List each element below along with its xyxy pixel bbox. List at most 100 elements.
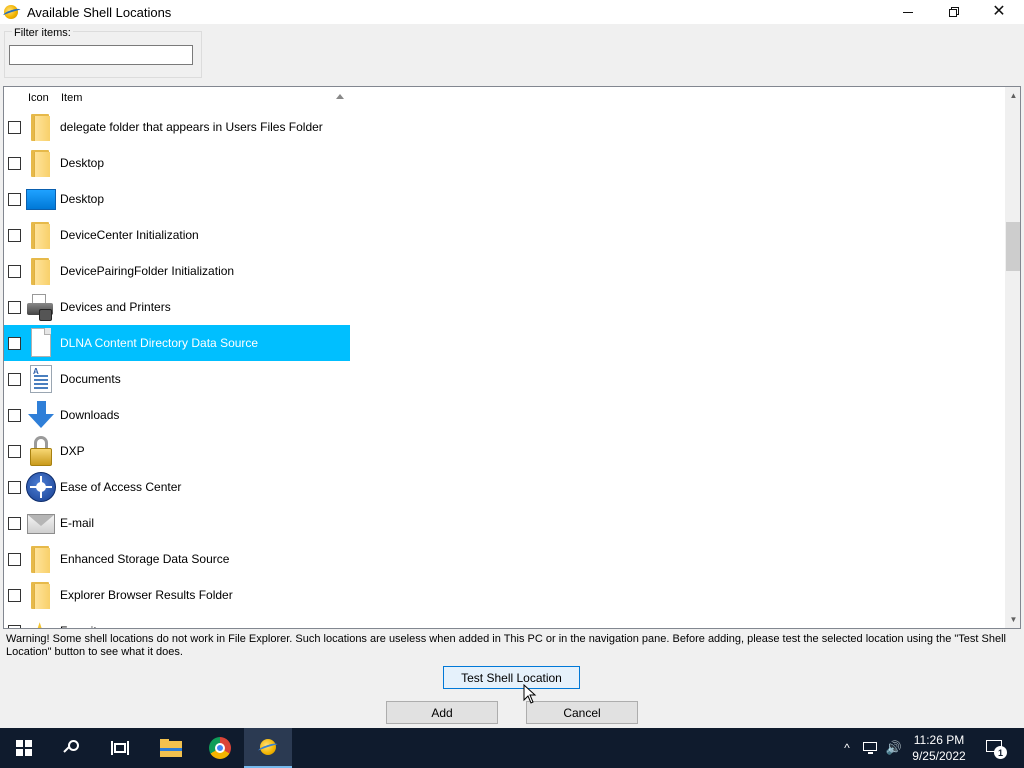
list-item-label: Explorer Browser Results Folder [60,588,233,602]
list-item-label: DevicePairingFolder Initialization [60,264,235,278]
lock-icon [25,435,57,467]
list-item-label: DXP [60,444,85,458]
row-checkbox[interactable] [8,517,21,530]
row-checkbox[interactable] [8,409,21,422]
close-button[interactable]: ✕ [976,0,1022,24]
row-checkbox[interactable] [8,337,21,350]
restore-button[interactable] [931,0,977,24]
action-center-button[interactable]: 1 [980,728,1010,768]
printer-icon [25,291,57,323]
window-title: Available Shell Locations [27,4,172,20]
list-item-label: DeviceCenter Initialization [60,228,199,242]
winaero-tweaker-icon [2,4,22,20]
list-item[interactable]: Devices and Printers [4,289,350,325]
task-view-icon [111,741,129,755]
warning-text: Warning! Some shell locations do not wor… [6,633,1006,658]
list-item[interactable]: Downloads [4,397,350,433]
column-header-icon[interactable]: Icon [28,92,49,104]
winaero-tweaker-button[interactable] [244,728,292,768]
file-explorer-button[interactable] [147,728,195,768]
star-icon: ★ [25,615,57,628]
folder-icon [25,543,57,575]
file-explorer-icon [160,739,182,757]
clock[interactable]: 11:26 PM 9/25/2022 [906,728,972,768]
list-item-label: Enhanced Storage Data Source [60,552,230,566]
download-arrow-icon [25,399,57,431]
notification-icon: 1 [986,740,1007,759]
row-checkbox[interactable] [8,193,21,206]
list-item[interactable]: DeviceCenter Initialization [4,217,350,253]
clock-time: 11:26 PM [913,733,965,747]
row-checkbox[interactable] [8,157,21,170]
list-item-label: E-mail [60,516,95,530]
row-checkbox[interactable] [8,481,21,494]
list-item[interactable]: DXP [4,433,350,469]
document-icon [25,327,57,359]
clock-date: 9/25/2022 [912,749,966,763]
list-item[interactable]: DLNA Content Directory Data Source [4,325,350,361]
vertical-scrollbar[interactable]: ▲ ▼ [1005,87,1020,628]
row-checkbox[interactable] [8,265,21,278]
list-item[interactable]: Explorer Browser Results Folder [4,577,350,613]
title-bar: Available Shell Locations ✕ [0,0,1024,24]
row-checkbox[interactable] [8,373,21,386]
list-item-label: DLNA Content Directory Data Source [60,336,259,350]
start-button[interactable] [0,728,48,768]
folder-icon [25,147,57,179]
winaero-tweaker-icon [257,737,279,757]
cancel-button[interactable]: Cancel [526,701,638,724]
list-item[interactable]: DevicePairingFolder Initialization [4,253,350,289]
row-checkbox[interactable] [8,553,21,566]
taskbar: ^ 🔊 11:26 PM 9/25/2022 1 [0,728,1024,768]
list-item[interactable]: ★Favorites [4,613,350,628]
scroll-down-icon[interactable]: ▼ [1005,611,1020,628]
desktop-icon [25,183,57,215]
list-item[interactable]: Desktop [4,145,350,181]
row-checkbox[interactable] [8,589,21,602]
task-view-button[interactable] [96,728,144,768]
column-header-item[interactable]: Item [61,92,82,104]
list-item[interactable]: A Documents [4,361,350,397]
documents-icon: A [25,363,57,395]
network-icon[interactable] [860,728,882,768]
list-item-label: Desktop [60,156,105,170]
show-hidden-icons-chevron-icon[interactable]: ^ [838,728,856,768]
chrome-icon [209,737,231,759]
row-checkbox[interactable] [8,445,21,458]
search-icon [63,740,80,756]
shell-locations-list[interactable]: Icon Item delegate folder that appears i… [3,86,1021,629]
minimize-button[interactable] [885,0,931,24]
list-item[interactable]: Enhanced Storage Data Source [4,541,350,577]
volume-icon[interactable]: 🔊 [884,728,904,768]
folder-icon [25,579,57,611]
list-item-label: Favorites [60,624,109,628]
filter-group: Filter items: [4,27,202,78]
scroll-up-icon[interactable]: ▲ [1005,87,1020,104]
row-checkbox[interactable] [8,625,21,628]
ease-of-access-icon [25,471,57,503]
list-item[interactable]: E-mail [4,505,350,541]
close-icon: ✕ [992,3,1006,20]
mail-icon [25,507,57,539]
add-button[interactable]: Add [386,701,498,724]
row-checkbox[interactable] [8,301,21,314]
list-item-label: Downloads [60,408,120,422]
list-item[interactable]: delegate folder that appears in Users Fi… [4,109,350,145]
search-button[interactable] [48,728,96,768]
minimize-icon [903,11,913,13]
list-item[interactable]: Ease of Access Center [4,469,350,505]
scroll-thumb[interactable] [1006,222,1020,271]
filter-input[interactable] [9,45,193,65]
list-item-label: Ease of Access Center [60,480,182,494]
chrome-button[interactable] [196,728,244,768]
folder-icon [25,255,57,287]
row-checkbox[interactable] [8,229,21,242]
filter-label: Filter items: [12,27,73,39]
start-icon [16,740,32,756]
test-shell-location-button[interactable]: Test Shell Location [443,666,580,689]
list-item-label: Devices and Printers [60,300,171,314]
list-item-label: delegate folder that appears in Users Fi… [60,120,323,134]
list-item[interactable]: Desktop [4,181,350,217]
row-checkbox[interactable] [8,121,21,134]
sort-ascending-icon [336,94,344,99]
